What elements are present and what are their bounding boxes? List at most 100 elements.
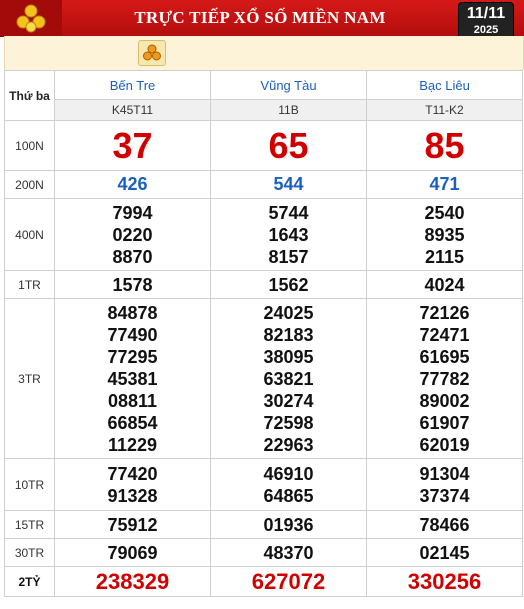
prize-value: 79069 bbox=[54, 538, 211, 567]
province-bac-lieu[interactable]: Bạc Liêu bbox=[366, 70, 523, 100]
code-row: K45T11 11B T11-K2 bbox=[5, 99, 523, 121]
prize-value: 45381 bbox=[107, 368, 158, 389]
prize-row-30tr: 30TR 79069 48370 02145 bbox=[4, 538, 523, 567]
prize-value: 426 bbox=[54, 170, 211, 199]
results-table: Thứ ba Bến Tre Vũng Tàu Bạc Liêu K45T11 … bbox=[4, 70, 523, 597]
prize-value: 2540 bbox=[424, 202, 465, 223]
prize-value: 77490 bbox=[107, 324, 158, 345]
prize-value: 02145 bbox=[366, 538, 523, 567]
prize-cell: 91304 37374 bbox=[366, 458, 523, 511]
prize-value: 89002 bbox=[419, 390, 470, 411]
prize-cell: 72126 72471 61695 77782 89002 61907 6201… bbox=[366, 298, 523, 459]
prize-value: 8935 bbox=[424, 224, 465, 245]
lottery-balls-icon bbox=[16, 4, 46, 33]
prize-value: 85 bbox=[366, 120, 523, 171]
logo[interactable] bbox=[0, 0, 62, 36]
prize-label: 400N bbox=[4, 198, 55, 271]
prize-value: 8157 bbox=[268, 246, 309, 267]
prize-label: 15TR bbox=[4, 510, 55, 539]
jackpot-value: 330256 bbox=[366, 566, 523, 597]
prize-row-15tr: 15TR 75912 01936 78466 bbox=[4, 510, 523, 539]
prize-value: 78466 bbox=[366, 510, 523, 539]
prize-cell: 5744 1643 8157 bbox=[210, 198, 367, 271]
header-bar: TRỰC TIẾP XỔ SỐ MIỀN NAM 11/11 2025 bbox=[0, 0, 524, 42]
prize-row-100n: 100N 37 65 85 bbox=[4, 120, 523, 171]
prize-value: 63821 bbox=[263, 368, 314, 389]
prize-value: 61907 bbox=[419, 412, 470, 433]
day-label: Thứ ba bbox=[4, 70, 55, 121]
prize-value: 2115 bbox=[424, 246, 465, 267]
prize-value: 30274 bbox=[263, 390, 314, 411]
prize-value: 471 bbox=[366, 170, 523, 199]
prize-value: 38095 bbox=[263, 346, 314, 367]
prize-label: 100N bbox=[4, 120, 55, 171]
prize-value: 61695 bbox=[419, 346, 470, 367]
prize-value: 08811 bbox=[107, 390, 158, 411]
prize-value: 66854 bbox=[107, 412, 158, 433]
prize-value: 65 bbox=[210, 120, 367, 171]
prize-label: 30TR bbox=[4, 538, 55, 567]
prize-row-10tr: 10TR 77420 91328 46910 64865 91304 37374 bbox=[4, 458, 523, 511]
prize-value: 24025 bbox=[263, 302, 314, 323]
prize-value: 77782 bbox=[419, 368, 470, 389]
prize-value: 77295 bbox=[107, 346, 158, 367]
prize-label: 10TR bbox=[4, 458, 55, 511]
code-bac-lieu: T11-K2 bbox=[366, 99, 523, 121]
prize-value: 64865 bbox=[263, 485, 314, 506]
prize-label: 200N bbox=[4, 170, 55, 199]
prize-value: 72471 bbox=[419, 324, 470, 345]
code-vung-tau: 11B bbox=[210, 99, 367, 121]
prize-cell: 2540 8935 2115 bbox=[366, 198, 523, 271]
province-vung-tau[interactable]: Vũng Tàu bbox=[210, 70, 367, 100]
province-row: Thứ ba Bến Tre Vũng Tàu Bạc Liêu bbox=[4, 70, 523, 121]
prize-value: 77420 bbox=[107, 463, 158, 484]
prize-value: 48370 bbox=[210, 538, 367, 567]
page-title: TRỰC TIẾP XỔ SỐ MIỀN NAM bbox=[134, 8, 386, 27]
prize-row-2ty: 2TỶ 238329 627072 330256 bbox=[4, 566, 523, 597]
prize-value: 544 bbox=[210, 170, 367, 199]
prize-row-400n: 400N 7994 0220 8870 5744 1643 8157 2540 … bbox=[4, 198, 523, 271]
prize-value: 75912 bbox=[54, 510, 211, 539]
prize-value: 46910 bbox=[263, 463, 314, 484]
prize-label: 1TR bbox=[4, 270, 55, 299]
prize-value: 4024 bbox=[366, 270, 523, 299]
prize-value: 1578 bbox=[54, 270, 211, 299]
prize-value: 37 bbox=[54, 120, 211, 171]
prize-value: 37374 bbox=[419, 485, 470, 506]
lottery-results-page: TRỰC TIẾP XỔ SỐ MIỀN NAM 11/11 2025 Thứ … bbox=[0, 0, 524, 609]
prize-value: 1562 bbox=[210, 270, 367, 299]
prize-row-3tr: 3TR 84878 77490 77295 45381 08811 66854 … bbox=[4, 298, 523, 459]
prize-value: 22963 bbox=[263, 434, 314, 455]
prize-row-1tr: 1TR 1578 1562 4024 bbox=[4, 270, 523, 299]
code-ben-tre: K45T11 bbox=[54, 99, 211, 121]
prize-value: 0220 bbox=[112, 224, 153, 245]
balls-button[interactable] bbox=[138, 40, 166, 66]
jackpot-value: 627072 bbox=[210, 566, 367, 597]
prize-cell: 46910 64865 bbox=[210, 458, 367, 511]
prize-value: 62019 bbox=[419, 434, 470, 455]
prize-value: 72598 bbox=[263, 412, 314, 433]
prize-value: 7994 bbox=[112, 202, 153, 223]
prize-value: 91328 bbox=[107, 485, 158, 506]
prize-cell: 77420 91328 bbox=[54, 458, 211, 511]
prize-label: 3TR bbox=[4, 298, 55, 459]
prize-value: 1643 bbox=[268, 224, 309, 245]
prize-label: 2TỶ bbox=[4, 566, 55, 597]
prize-cell: 7994 0220 8870 bbox=[54, 198, 211, 271]
prize-value: 11229 bbox=[107, 434, 158, 455]
prize-value: 84878 bbox=[107, 302, 158, 323]
prize-cell: 84878 77490 77295 45381 08811 66854 1122… bbox=[54, 298, 211, 459]
jackpot-value: 238329 bbox=[54, 566, 211, 597]
prize-value: 72126 bbox=[419, 302, 470, 323]
prize-row-200n: 200N 426 544 471 bbox=[4, 170, 523, 199]
prize-value: 82183 bbox=[263, 324, 314, 345]
toolbar bbox=[4, 36, 524, 70]
prize-cell: 24025 82183 38095 63821 30274 72598 2296… bbox=[210, 298, 367, 459]
prize-value: 8870 bbox=[112, 246, 153, 267]
province-ben-tre[interactable]: Bến Tre bbox=[54, 70, 211, 100]
prize-value: 01936 bbox=[210, 510, 367, 539]
date-day-month: 11/11 bbox=[466, 5, 506, 22]
prize-value: 5744 bbox=[268, 202, 309, 223]
prize-value: 91304 bbox=[419, 463, 470, 484]
balls-icon bbox=[143, 44, 161, 61]
